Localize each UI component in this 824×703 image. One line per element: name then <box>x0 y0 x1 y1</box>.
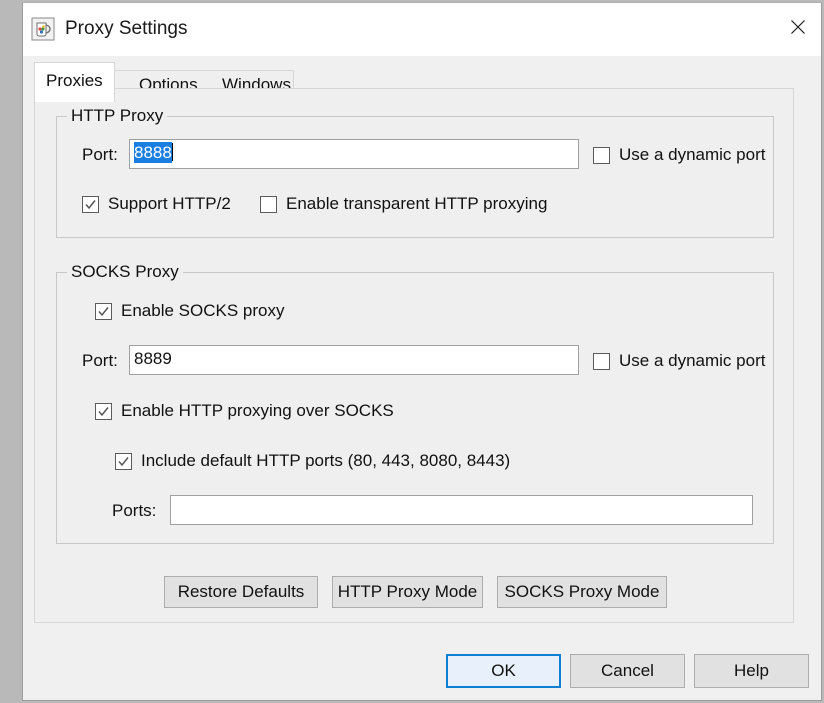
socks-use-dynamic-port-checkbox[interactable]: Use a dynamic port <box>593 350 765 372</box>
socks-port-label: Port: <box>82 351 118 370</box>
dialog-button-bar: OK Cancel Help <box>23 633 821 700</box>
enable-transparent-http-proxying-label: Enable transparent HTTP proxying <box>286 194 548 213</box>
support-http2-checkbox[interactable]: Support HTTP/2 <box>82 193 231 215</box>
checked-box-icon <box>82 195 99 213</box>
help-button[interactable]: Help <box>694 654 809 688</box>
checked-box-icon <box>95 302 112 320</box>
cancel-button[interactable]: Cancel <box>570 654 685 688</box>
unchecked-box-icon <box>260 195 277 213</box>
socks-proxy-group-legend: SOCKS Proxy <box>67 262 183 282</box>
cancel-label: Cancel <box>601 661 654 680</box>
socks-use-dynamic-port-label: Use a dynamic port <box>619 351 766 370</box>
support-http2-label: Support HTTP/2 <box>108 194 231 213</box>
enable-http-proxying-over-socks-checkbox[interactable]: Enable HTTP proxying over SOCKS <box>95 400 394 422</box>
enable-socks-proxy-label: Enable SOCKS proxy <box>121 301 285 320</box>
checked-box-icon <box>95 402 112 420</box>
title-bar: Proxy Settings <box>23 3 821 56</box>
enable-http-proxying-over-socks-label: Enable HTTP proxying over SOCKS <box>121 401 394 420</box>
socks-ports-label: Ports: <box>112 501 157 520</box>
include-default-http-ports-label: Include default HTTP ports (80, 443, 808… <box>141 451 511 470</box>
http-port-input[interactable]: 8888 <box>129 139 579 169</box>
http-port-label: Port: <box>82 145 118 164</box>
http-port-value: 8888 <box>134 142 172 163</box>
http-use-dynamic-port-checkbox[interactable]: Use a dynamic port <box>593 144 765 166</box>
restore-defaults-button[interactable]: Restore Defaults <box>164 576 318 608</box>
socks-proxy-mode-button[interactable]: SOCKS Proxy Mode <box>497 576 667 608</box>
http-proxy-group: HTTP Proxy Port: 8888 Use a dynamic port… <box>56 106 774 238</box>
proxies-tab-panel: HTTP Proxy Port: 8888 Use a dynamic port… <box>34 88 794 623</box>
tab-proxies[interactable]: Proxies <box>34 62 115 102</box>
include-default-http-ports-checkbox[interactable]: Include default HTTP ports (80, 443, 808… <box>115 450 510 472</box>
tab-strip: Proxies Options Windows <box>34 56 794 102</box>
http-proxy-mode-button[interactable]: HTTP Proxy Mode <box>332 576 483 608</box>
unchecked-box-icon <box>593 352 610 370</box>
enable-socks-proxy-checkbox[interactable]: Enable SOCKS proxy <box>95 300 284 322</box>
socks-port-input[interactable]: 8889 <box>129 345 579 375</box>
tab-proxies-label: Proxies <box>46 71 103 90</box>
http-proxy-mode-label: HTTP Proxy Mode <box>337 582 478 601</box>
help-label: Help <box>734 661 769 680</box>
close-icon[interactable] <box>775 3 821 51</box>
restore-defaults-label: Restore Defaults <box>177 582 305 601</box>
ok-label: OK <box>491 661 516 680</box>
enable-transparent-http-proxying-checkbox[interactable]: Enable transparent HTTP proxying <box>260 193 547 215</box>
socks-proxy-mode-label: SOCKS Proxy Mode <box>504 582 660 601</box>
unchecked-box-icon <box>593 146 610 164</box>
socks-port-value: 8889 <box>134 349 172 368</box>
proxy-settings-dialog: Proxy Settings Proxies Options Windows H… <box>22 2 822 701</box>
coffee-pitcher-icon <box>31 17 55 41</box>
http-use-dynamic-port-label: Use a dynamic port <box>619 145 766 164</box>
socks-proxy-group: SOCKS Proxy Enable SOCKS proxy Port: 888… <box>56 262 774 544</box>
http-proxy-group-legend: HTTP Proxy <box>67 106 168 126</box>
window-title: Proxy Settings <box>65 18 188 39</box>
socks-ports-input[interactable] <box>170 495 753 525</box>
text-caret <box>171 143 173 161</box>
checked-box-icon <box>115 452 132 470</box>
ok-button[interactable]: OK <box>446 654 561 688</box>
